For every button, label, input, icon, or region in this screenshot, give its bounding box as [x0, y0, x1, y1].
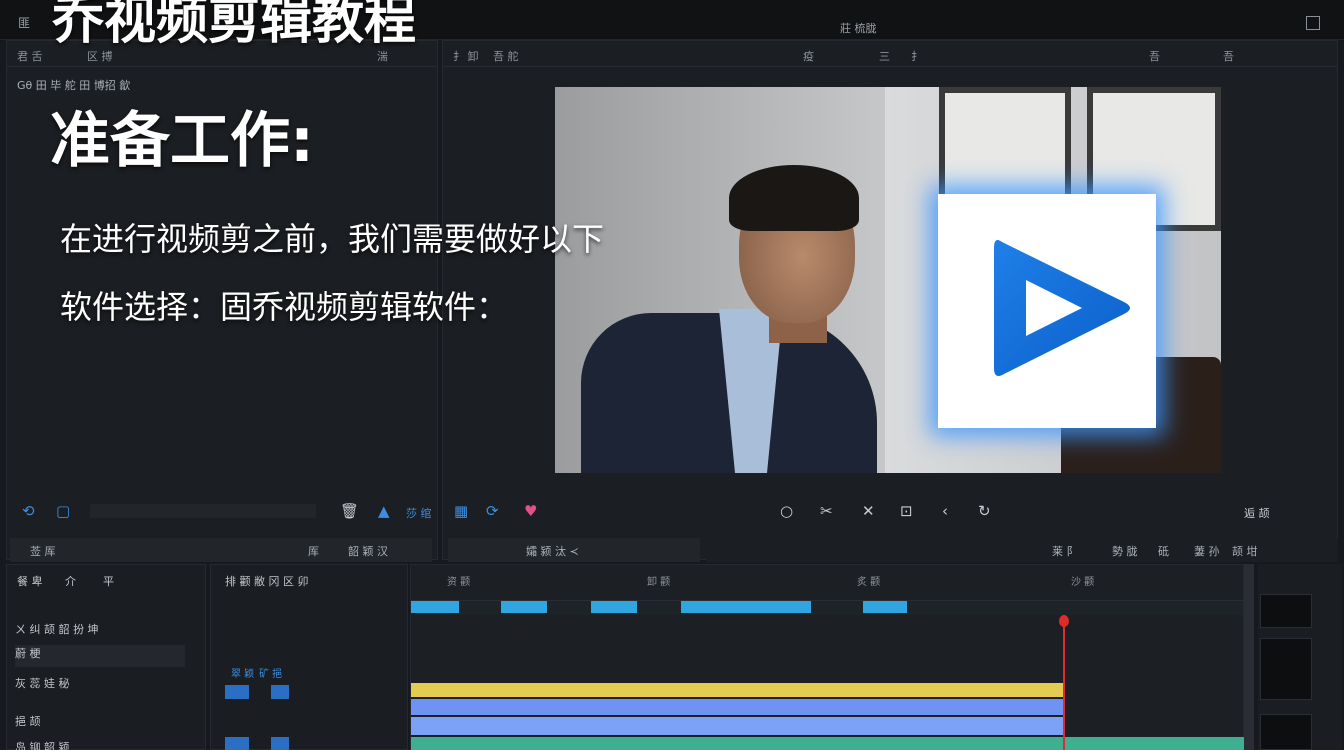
toolbar-row: 莱 阝 勢 胧 砥 萋 孙 颉 坩 [706, 538, 1338, 562]
thumbnail[interactable] [1260, 638, 1312, 700]
status-label-a: 莶 厍 [30, 545, 56, 558]
toolbar-label-1[interactable]: 莱 阝 [1052, 543, 1078, 559]
timeline-ruler[interactable]: 资 颧 卸 颧 炙 颧 沙 颧 [411, 565, 1243, 601]
track-headers: 排 颧 敝 冈 区 卯 翠 颖 矿 挹 [210, 564, 408, 750]
viewer-tab-1[interactable]: 扌 卸 [453, 48, 479, 64]
source-info-label: Gθ 田 毕 舵 田 博招 歙 [17, 79, 131, 92]
viewer-tab-2[interactable]: 吾 舵 [493, 48, 519, 64]
play-icon [994, 240, 1130, 376]
viewer-status-field[interactable]: 孀 颍 汰 ≺ [448, 538, 700, 562]
toolbar-label-5[interactable]: 颉 坩 [1232, 543, 1258, 559]
overview-segment [591, 601, 637, 613]
tutorial-title: 乔视频剪辑教程 [52, 0, 417, 51]
media-item[interactable]: 岛 铆 韶 颍 [15, 739, 185, 750]
track-toggle-button[interactable] [225, 737, 249, 750]
toolbar-label-4[interactable]: 萋 孙 [1194, 543, 1220, 559]
scissors-icon[interactable]: ✂ [820, 502, 833, 520]
thumbnail[interactable] [1260, 714, 1312, 750]
media-item-selected[interactable]: 蔚 梗 [15, 645, 185, 667]
media-item-label: 灰 蕊 娃 秘 [15, 677, 70, 690]
playhead[interactable] [1063, 615, 1065, 750]
viewer-tab-4[interactable]: 三 [879, 48, 890, 64]
media-item-label: ㄨ 纠 颉 韶 扮 坤 [15, 623, 99, 636]
bell-icon[interactable]: ▲ [378, 502, 390, 520]
ruler-label: 沙 颧 [1071, 577, 1095, 588]
slide-heading: 准备工作: [50, 106, 314, 176]
crop-icon[interactable]: ⊡ [900, 502, 913, 520]
audio-clip-yellow[interactable] [411, 683, 1063, 697]
media-item-label: 挹 颉 [15, 715, 41, 728]
source-status-row: 莶 厍 厍 韶 颖 汉 [10, 538, 432, 562]
media-item[interactable]: ㄨ 纠 颉 韶 扮 坤 [15, 621, 185, 643]
media-item-label: 岛 铆 韶 颍 [15, 741, 70, 750]
circle-icon[interactable]: ○ [780, 502, 793, 520]
thumbnail[interactable] [1260, 594, 1312, 628]
video-editor-app: 匪 莊 梳胧 君 舌 区 搏 湍 Gθ 田 毕 舵 田 博招 歙 扌 卸 吾 舵… [0, 0, 1344, 750]
source-controls-label: 莎 绾 [406, 507, 432, 520]
toolbar-label-2[interactable]: 勢 胧 [1112, 543, 1138, 559]
square-icon[interactable]: ▢ [56, 502, 70, 520]
x-icon[interactable]: ✕ [862, 502, 875, 520]
playhead-handle[interactable] [1059, 615, 1069, 627]
media-item[interactable]: 灰 蕊 娃 秘 [15, 675, 185, 697]
back-icon[interactable]: ‹ [942, 502, 948, 520]
overview-segment [501, 601, 547, 613]
wall-picture [939, 87, 1071, 211]
viewer-tab-3[interactable]: 疫 [803, 48, 814, 64]
timeline[interactable]: 资 颧 卸 颧 炙 颧 沙 颧 [410, 564, 1245, 750]
slide-line-1: 在进行视频剪之前，我们需要做好以下 [60, 220, 605, 258]
trash-icon[interactable]: 🗑 [340, 502, 359, 520]
toolbar-label-3[interactable]: 砥 [1158, 543, 1169, 559]
audio-clip-green[interactable] [411, 737, 1245, 750]
media-tab-1[interactable]: 餐 卑 [17, 573, 43, 589]
media-item[interactable]: 挹 颉 [15, 713, 185, 735]
media-tab-3[interactable]: 平 [103, 573, 114, 589]
slide-line-2: 软件选择：固乔视频剪辑软件： [60, 288, 509, 326]
status-label-b: 厍 [308, 545, 319, 558]
status-mid-label: 孀 颍 汰 ≺ [526, 545, 579, 558]
maximize-icon[interactable] [1306, 16, 1320, 30]
overview-segment [411, 601, 459, 613]
viewer-panel-header: 扌 卸 吾 舵 疫 三 扌 吾 吾 [443, 41, 1337, 67]
media-tab-2[interactable]: 介 [65, 573, 76, 589]
preview-thumbnails [1258, 564, 1342, 750]
track-label-2: 矿 挹 [259, 669, 283, 680]
undo-icon[interactable]: ⟲ [22, 502, 35, 520]
track-header-title: 排 颧 敝 冈 区 卯 [225, 575, 309, 588]
viewer-panel: 扌 卸 吾 舵 疫 三 扌 吾 吾 [442, 40, 1338, 560]
track-toggle-button[interactable] [225, 685, 249, 699]
grid-icon[interactable]: ▦ [454, 502, 468, 520]
video-clip-blue-2[interactable] [411, 717, 1063, 735]
ruler-label: 炙 颧 [857, 577, 881, 588]
track-label-1: 翠 颖 [231, 669, 255, 680]
viewer-controls: ▦ ⟳ ♥ ○ ✂ ✕ ⊡ ‹ ↻ 逅 颉 [442, 496, 1338, 526]
viewer-tab-6[interactable]: 吾 [1149, 48, 1160, 64]
source-tab-1[interactable]: 君 舌 [17, 48, 43, 64]
overview-segment [863, 601, 907, 613]
video-clip-blue[interactable] [411, 699, 1063, 715]
track-lock-button[interactable] [271, 685, 289, 699]
overview-segment [681, 601, 811, 613]
refresh-icon[interactable]: ↻ [978, 502, 991, 520]
source-seek-field[interactable] [90, 504, 316, 518]
play-logo [938, 194, 1156, 428]
media-item-label: 蔚 梗 [15, 647, 41, 660]
person-hair [729, 165, 859, 231]
status-label-c: 韶 颖 汉 [348, 545, 388, 558]
ruler-label: 卸 颧 [647, 577, 671, 588]
viewer-tab-7[interactable]: 吾 [1223, 48, 1234, 64]
timeline-scrollbar[interactable] [1244, 564, 1254, 750]
heart-icon[interactable]: ♥ [524, 502, 537, 520]
app-menu-label[interactable]: 匪 [18, 14, 30, 31]
viewer-controls-label: 逅 颉 [1244, 507, 1270, 520]
loop-icon[interactable]: ⟳ [486, 502, 499, 520]
ruler-label: 资 颧 [447, 577, 471, 588]
clip-overview-strip[interactable] [411, 601, 1243, 615]
window-title: 莊 梳胧 [840, 22, 877, 35]
media-library: 餐 卑 介 平 ㄨ 纠 颉 韶 扮 坤 蔚 梗 灰 蕊 娃 秘 挹 颉 岛 铆 … [6, 564, 206, 750]
viewer-tab-5[interactable]: 扌 [911, 48, 922, 64]
track-lock-button[interactable] [271, 737, 289, 750]
source-controls: ⟲ ▢ 🗑 ▲ 莎 绾 [6, 496, 438, 526]
